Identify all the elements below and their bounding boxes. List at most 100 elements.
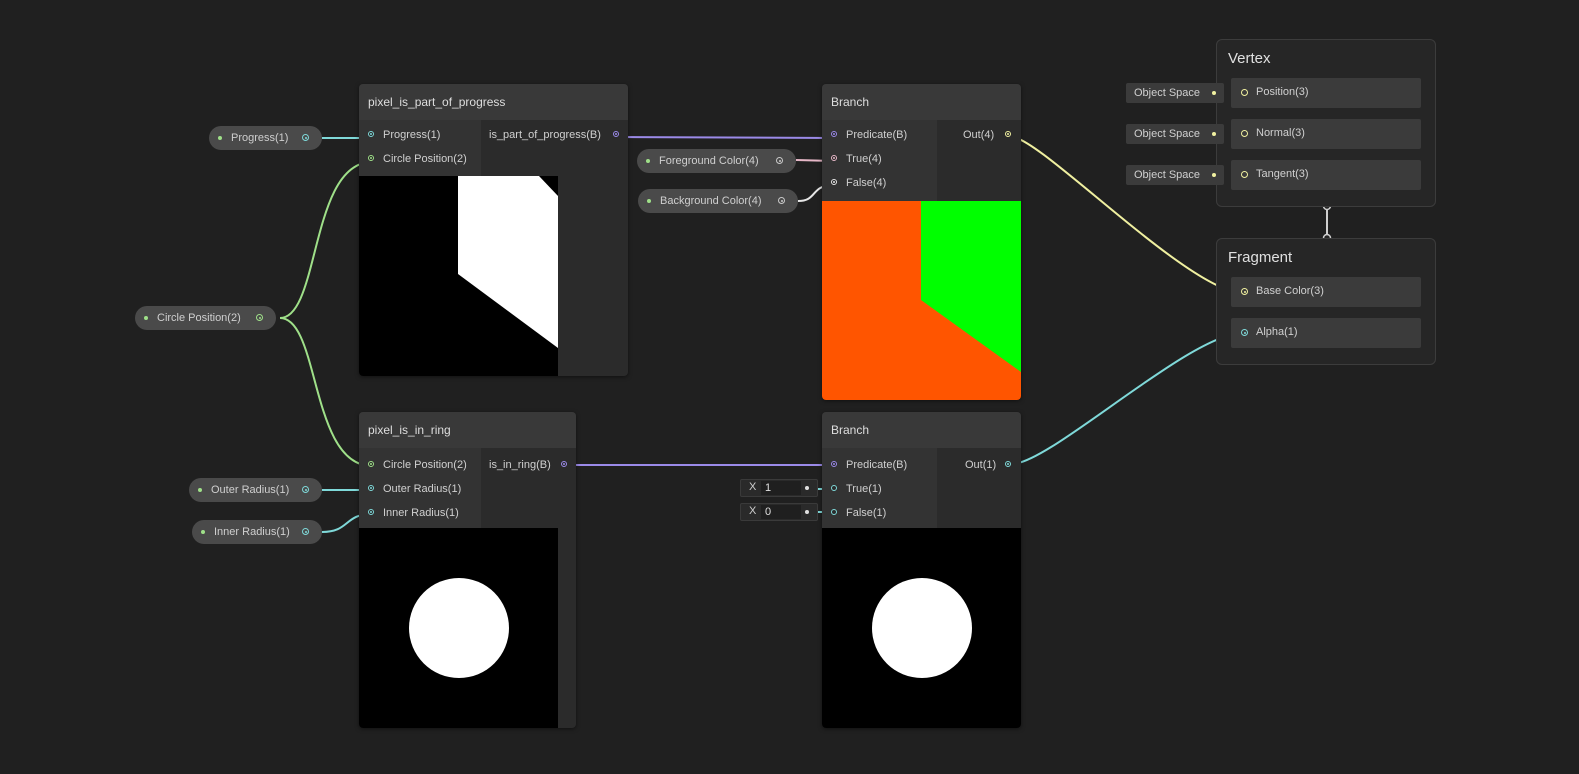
node-preview-progress (359, 176, 558, 376)
input-port-false[interactable]: False(1) (831, 502, 886, 524)
node-branch-alpha[interactable]: Branch Predicate(B) True(1) False(1) Out… (822, 412, 1021, 728)
space-label: Object Space (1134, 87, 1201, 99)
port-label: True(1) (846, 483, 882, 495)
port-label: Outer Radius(1) (383, 483, 462, 495)
node-preview-ring (359, 528, 558, 728)
property-lead-dot (144, 316, 148, 320)
wire-out4-basecolor (1011, 136, 1244, 294)
port-label: Predicate(B) (846, 129, 908, 141)
output-port-icon[interactable] (302, 528, 309, 535)
port-dot-icon[interactable] (1241, 171, 1248, 178)
true-value-field[interactable]: X (740, 479, 818, 497)
vertex-block-tangent[interactable]: Tangent(3) (1231, 160, 1421, 190)
input-port-true[interactable]: True(1) (831, 478, 882, 500)
port-dot-icon (831, 461, 837, 467)
false-value-input[interactable] (761, 505, 801, 519)
port-label: Circle Position(2) (383, 153, 467, 165)
port-label: False(1) (846, 507, 887, 519)
wire-dot-icon (1212, 173, 1216, 177)
branch-color-preview (822, 201, 1021, 400)
fragment-block-alpha[interactable]: Alpha(1) (1231, 318, 1421, 348)
property-lead-dot (218, 136, 222, 140)
output-port-is-part-of-progress[interactable]: is_part_of_progress(B) (489, 124, 619, 146)
block-label: Position(3) (1256, 86, 1309, 98)
property-label: Foreground Color(4) (659, 155, 759, 167)
port-dot-icon (368, 461, 374, 467)
input-port-outer-radius[interactable]: Outer Radius(1) (368, 478, 461, 500)
port-dot-icon (831, 509, 837, 515)
node-branch-color[interactable]: Branch Predicate(B) True(4) False(4) Out… (822, 84, 1021, 400)
node-title[interactable]: Branch (822, 84, 1021, 120)
port-label: Circle Position(2) (383, 459, 467, 471)
port-dot-icon (831, 485, 837, 491)
output-port-icon[interactable] (778, 197, 785, 204)
node-preview-branch-color (822, 201, 1021, 400)
port-dot-icon (368, 485, 374, 491)
true-value-input[interactable] (761, 481, 801, 495)
output-port-icon[interactable] (776, 157, 783, 164)
port-label: is_in_ring(B) (489, 459, 551, 471)
vertex-block-position[interactable]: Position(3) (1231, 78, 1421, 108)
input-port-false[interactable]: False(4) (831, 172, 886, 194)
fragment-block-base-color[interactable]: Base Color(3) (1231, 277, 1421, 307)
output-port-out4[interactable]: Out(4) (963, 124, 1011, 146)
port-dot-icon (831, 179, 837, 185)
port-dot-icon[interactable] (1241, 89, 1248, 96)
output-port-out1[interactable]: Out(1) (965, 454, 1011, 476)
property-circle-position[interactable]: Circle Position(2) (135, 306, 276, 330)
port-dot-icon (613, 131, 619, 137)
port-label: Progress(1) (383, 129, 441, 141)
port-label: Inner Radius(1) (383, 507, 459, 519)
port-dot-icon (368, 155, 374, 161)
port-dot-icon (1005, 461, 1011, 467)
wire-dot-icon (805, 486, 809, 490)
port-dot-icon[interactable] (1241, 288, 1248, 295)
output-port-icon[interactable] (302, 486, 309, 493)
port-dot-icon[interactable] (1241, 130, 1248, 137)
input-port-circle-position[interactable]: Circle Position(2) (368, 454, 467, 476)
output-port-is-in-ring[interactable]: is_in_ring(B) (489, 454, 567, 476)
port-dot-icon[interactable] (1241, 329, 1248, 336)
input-port-progress[interactable]: Progress(1) (368, 124, 440, 146)
branch-alpha-preview (872, 578, 972, 678)
fragment-context[interactable]: Fragment Base Color(3) Alpha(1) (1216, 238, 1436, 365)
vertex-block-normal[interactable]: Normal(3) (1231, 119, 1421, 149)
property-inner-radius[interactable]: Inner Radius(1) (192, 520, 322, 544)
property-outer-radius[interactable]: Outer Radius(1) (189, 478, 322, 502)
input-port-predicate[interactable]: Predicate(B) (831, 454, 907, 476)
node-pixel-is-in-ring[interactable]: pixel_is_in_ring Circle Position(2) Oute… (359, 412, 576, 728)
block-label: Alpha(1) (1256, 326, 1298, 338)
property-lead-dot (201, 530, 205, 534)
property-label: Circle Position(2) (157, 312, 241, 324)
port-label: Out(4) (963, 129, 995, 141)
wire-dot-icon (1212, 91, 1216, 95)
property-background-color[interactable]: Background Color(4) (638, 189, 798, 213)
wire-dot-icon (1212, 132, 1216, 136)
axis-label: X (749, 505, 757, 517)
property-foreground-color[interactable]: Foreground Color(4) (637, 149, 796, 173)
vertex-title: Vertex (1228, 50, 1271, 67)
object-space-position[interactable]: Object Space (1126, 83, 1224, 103)
port-dot-icon (831, 131, 837, 137)
property-progress[interactable]: Progress(1) (209, 126, 322, 150)
object-space-tangent[interactable]: Object Space (1126, 165, 1224, 185)
object-space-normal[interactable]: Object Space (1126, 124, 1224, 144)
node-title[interactable]: pixel_is_in_ring (359, 412, 576, 448)
port-label: True(4) (846, 153, 882, 165)
input-port-circle-position[interactable]: Circle Position(2) (368, 148, 467, 170)
property-label: Inner Radius(1) (214, 526, 290, 538)
node-pixel-is-part-of-progress[interactable]: pixel_is_part_of_progress Progress(1) Ci… (359, 84, 628, 376)
node-preview-branch-alpha (822, 528, 1021, 728)
node-title[interactable]: Branch (822, 412, 1021, 448)
output-port-icon[interactable] (302, 134, 309, 141)
port-dot-icon (561, 461, 567, 467)
output-port-icon[interactable] (256, 314, 263, 321)
property-label: Outer Radius(1) (211, 484, 290, 496)
input-port-inner-radius[interactable]: Inner Radius(1) (368, 502, 459, 524)
false-value-field[interactable]: X (740, 503, 818, 521)
block-label: Base Color(3) (1256, 285, 1324, 297)
input-port-true[interactable]: True(4) (831, 148, 882, 170)
input-port-predicate[interactable]: Predicate(B) (831, 124, 907, 146)
vertex-context[interactable]: Vertex Position(3) Normal(3) Tangent(3) (1216, 39, 1436, 207)
node-title[interactable]: pixel_is_part_of_progress (359, 84, 628, 120)
